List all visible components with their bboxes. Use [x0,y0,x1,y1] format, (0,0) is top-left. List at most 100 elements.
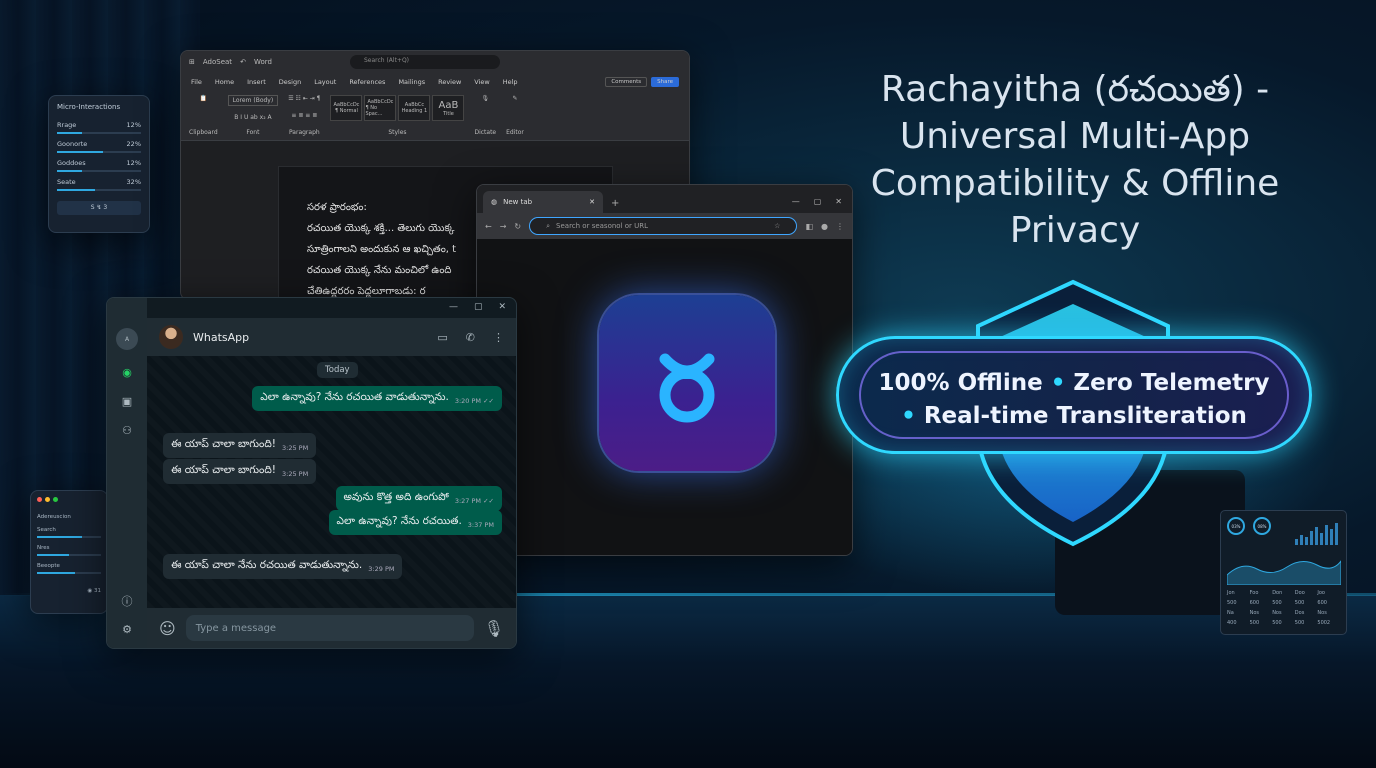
menu-layout[interactable]: Layout [314,78,336,86]
message-bubble-outgoing[interactable]: ఎలా ఉన్నావు? నేను రచయిత వాడుతున్నాను. 3:2… [252,386,502,411]
forward-icon[interactable]: → [500,222,507,231]
micro-row-value: 12% [126,121,141,129]
micro-row: Goddoes 12% [57,159,141,172]
editor-icon[interactable]: ✎ [512,95,517,102]
menu-review[interactable]: Review [438,78,461,86]
style-title[interactable]: AaB Title [432,95,465,121]
menu-design[interactable]: Design [279,78,301,86]
contact-avatar[interactable] [159,325,183,349]
style-normal[interactable]: AaBbCcDc ¶ Normal [330,95,363,121]
chats-icon[interactable]: ◉ [122,366,132,379]
micro-progress [57,170,141,172]
rachayitha-app-icon[interactable] [599,295,775,471]
settings-gear-icon[interactable]: ⚙ [122,623,132,636]
group-label: Dictate [474,129,497,136]
sidepanel-icon[interactable]: ◧ [805,222,813,231]
chat-title: WhatsApp [193,330,250,344]
new-tab-icon[interactable]: + [611,198,619,209]
message-input[interactable]: Type a message [185,615,474,641]
badge-text: 100% Offline • Zero Telemetry • Real-tim… [878,370,1270,429]
communities-icon[interactable]: ⚇ [122,424,132,437]
comments-button[interactable]: Comments [605,77,648,87]
progress-ring: 03% [1227,517,1245,535]
menu-dots-icon[interactable]: ⋮ [836,222,844,231]
share-button[interactable]: Share [651,77,679,87]
minimize-dot[interactable] [45,497,50,502]
video-call-icon[interactable]: ▭ [437,331,447,344]
back-icon[interactable]: ← [485,222,492,231]
maximize-icon[interactable]: ▢ [474,302,483,312]
headline-line: Rachayitha (రచయిత) - [880,69,1270,110]
message-bubble-outgoing[interactable]: అవును కొత్త అది ఉంగుపో 3:27 PM ✓✓ [335,486,502,511]
menu-mailings[interactable]: Mailings [398,78,425,86]
menu-help[interactable]: Help [503,78,518,86]
message-bubble-incoming[interactable]: ఈ యాప్ చాలా బాగుంది! 3:25 PM [163,459,317,484]
editor-group: ✎ Editor [506,95,524,136]
align-icons[interactable]: ≡ ≣ ≡ ≣ [291,112,317,119]
headline-line: Privacy [1009,210,1141,251]
message-bubble-incoming[interactable]: ఈ యాప్ చాలా నేను రచయిత వాడుతున్నాను. 3:29… [163,554,403,579]
more-options-icon[interactable]: ⋮ [493,331,504,344]
maximize-dot[interactable] [53,497,58,502]
message-bubble-outgoing[interactable]: ఎలా ఉన్నావు? నేను రచయిత. 3:37 PM [328,510,502,535]
maximize-icon[interactable]: ▢ [814,197,822,206]
menu-references[interactable]: References [349,78,385,86]
micro-panel-title: Micro-Interactions [57,103,121,111]
mic-icon[interactable]: 🎙 [484,619,504,638]
analytics-dashboard-card: 03% 08% Jon Foo Don Doo Joo 500 600 500 500 600 … [1220,510,1347,635]
wa-chat-header[interactable]: WhatsApp ▭ ✆ ⋮ [147,318,516,356]
menu-file[interactable]: File [191,78,202,86]
style-heading-1[interactable]: AaBbCc Heading 1 [398,95,431,121]
close-icon[interactable]: ✕ [835,197,842,206]
profile-avatar[interactable]: A [116,328,138,350]
micro-row-value: 12% [126,159,141,167]
group-label: Paragraph [288,129,320,136]
font-format-icons[interactable]: B I U ab x₂ A [234,114,271,121]
microphone-icon[interactable]: 🎙 [481,95,489,102]
address-bar[interactable]: ⌕ Search or seasonol or URL ☆ [529,217,798,235]
paste-icon[interactable]: 📋 [200,95,207,102]
menu-insert[interactable]: Insert [247,78,266,86]
globe-icon: ◍ [491,198,498,206]
panel-item[interactable]: Search [37,527,101,538]
group-label: Font [246,129,260,136]
close-dot[interactable] [37,497,42,502]
badge-telemetry: Zero Telemetry [1073,370,1270,396]
reload-icon[interactable]: ↻ [514,222,521,231]
feature-badge: 100% Offline • Zero Telemetry • Real-tim… [836,336,1312,454]
app-grid-icon[interactable]: ⊞ [189,58,195,66]
browser-tab-bar: ◍ New tab ✕ + — ▢ ✕ [477,185,852,213]
headline-line: Universal Multi-App [899,116,1251,157]
dashboard-stats-grid: Jon Foo Don Doo Joo 500 600 500 500 600 Na Nos Nos… [1227,590,1331,626]
help-icon[interactable]: ⓘ [122,593,133,609]
status-icon[interactable]: ▣ [122,395,132,408]
undo-icon[interactable]: ↶ [240,58,246,66]
list-icons[interactable]: ☰ ☷ ⇤ ⇥ ¶ [288,95,320,102]
bookmark-star-icon[interactable]: ☆ [774,222,780,230]
wa-compose-bar: ☺ Type a message 🎙 [147,608,516,648]
close-icon[interactable]: ✕ [498,302,506,312]
micro-footer-button[interactable]: S ↯ 3 [57,201,141,215]
mini-bar-chart [1295,523,1338,545]
emoji-icon[interactable]: ☺ [159,619,176,638]
panel-item[interactable]: Beeopte [37,563,101,574]
minimize-icon[interactable]: — [792,197,800,206]
whatsapp-window: — ▢ ✕ A ◉ ▣ ⚇ ⓘ ⚙ WhatsApp ▭ ✆ ⋮ Today ఎ… [106,297,517,649]
menu-home[interactable]: Home [215,78,234,86]
badge-transliteration: Real-time Transliteration [923,403,1247,429]
browser-tab[interactable]: ◍ New tab ✕ [483,191,603,213]
minimize-icon[interactable]: — [449,302,458,312]
style-no-spacing[interactable]: AaBbCcDc ¶ No Spac... [364,95,397,121]
font-name-select[interactable]: Lorem (Body) [227,95,279,106]
word-search-box[interactable]: Search (Alt+Q) [349,55,500,69]
clipboard-group: 📋 Clipboard [189,95,218,136]
menu-view[interactable]: View [474,78,489,86]
paragraph-group: ☰ ☷ ⇤ ⇥ ¶ ≡ ≣ ≡ ≣ Paragraph [288,95,320,136]
phone-icon[interactable]: ✆ [466,331,475,344]
message-bubble-incoming[interactable]: ఈ యాప్ చాలా బాగుంది! 3:25 PM [163,433,317,458]
panel-item[interactable]: Nres [37,545,101,556]
tab-close-icon[interactable]: ✕ [589,198,595,206]
micro-row-label: Rrage [57,121,77,129]
micro-interactions-panel: Micro-Interactions Rrage 12% Goonorte 22% … [48,95,150,233]
profile-icon[interactable]: ● [821,222,828,231]
